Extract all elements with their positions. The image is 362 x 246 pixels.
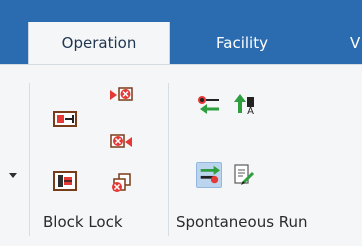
tab-view[interactable]: V — [350, 22, 362, 64]
unlock-arrow-left-button[interactable] — [108, 132, 134, 158]
edit-document-button[interactable] — [231, 162, 257, 188]
tab-facility[interactable]: Facility — [216, 22, 306, 64]
signal-run-up-icon: A — [234, 94, 254, 117]
signal-swap-button[interactable] — [196, 91, 222, 117]
unlock-all-icon — [112, 173, 131, 192]
edit-document-icon — [234, 164, 255, 185]
spontaneous-run-button[interactable] — [196, 162, 222, 188]
group-label-spontaneous-run: Spontaneous Run — [176, 213, 308, 231]
group-label-block-lock: Block Lock — [43, 213, 123, 231]
group-divider — [168, 83, 169, 236]
unlock-all-button[interactable] — [108, 170, 134, 196]
unlock-left-icon — [110, 134, 132, 148]
tab-operation-label: Operation — [61, 34, 137, 52]
block-out-icon — [53, 171, 77, 191]
tab-view-label: V — [350, 34, 361, 52]
ribbon-collapse-arrow-icon[interactable] — [9, 173, 17, 178]
block-lock-in-button[interactable] — [52, 106, 78, 132]
svg-text:A: A — [247, 106, 254, 117]
ribbon-tab-bar: Operation Facility V — [0, 0, 362, 64]
signal-run-up-button[interactable]: A — [232, 91, 258, 117]
spontaneous-run-icon — [200, 165, 221, 184]
block-lock-out-button[interactable] — [52, 168, 78, 194]
ribbon-panel: Block Lock A Spontaneous Run — [0, 64, 362, 246]
block-in-icon — [53, 111, 77, 127]
tab-operation[interactable]: Operation — [28, 22, 170, 64]
ribbon-divider — [29, 83, 30, 236]
tab-facility-label: Facility — [216, 34, 268, 52]
unlock-arrow-right-button[interactable] — [108, 85, 134, 111]
unlock-right-icon — [110, 87, 133, 101]
signal-swap-icon — [198, 96, 219, 114]
